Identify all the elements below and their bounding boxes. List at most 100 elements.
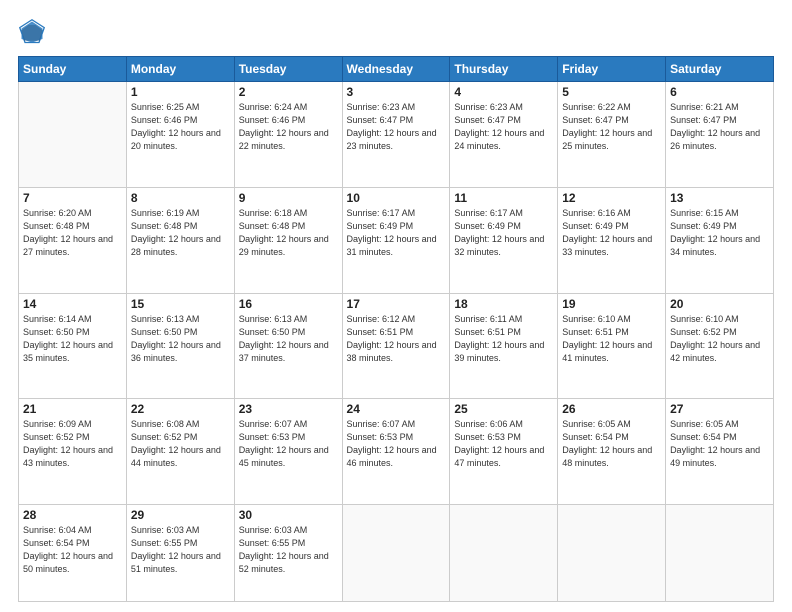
- weekday-header: Friday: [558, 57, 666, 82]
- calendar-cell: 11 Sunrise: 6:17 AMSunset: 6:49 PMDayligh…: [450, 187, 558, 293]
- day-info: Sunrise: 6:20 AMSunset: 6:48 PMDaylight:…: [23, 207, 122, 259]
- calendar-cell: 26 Sunrise: 6:05 AMSunset: 6:54 PMDayligh…: [558, 399, 666, 505]
- day-info: Sunrise: 6:10 AMSunset: 6:52 PMDaylight:…: [670, 313, 769, 365]
- day-number: 30: [239, 508, 338, 522]
- day-number: 5: [562, 85, 661, 99]
- day-info: Sunrise: 6:07 AMSunset: 6:53 PMDaylight:…: [239, 418, 338, 470]
- day-info: Sunrise: 6:24 AMSunset: 6:46 PMDaylight:…: [239, 101, 338, 153]
- day-number: 7: [23, 191, 122, 205]
- day-info: Sunrise: 6:23 AMSunset: 6:47 PMDaylight:…: [347, 101, 446, 153]
- calendar-cell: 28Sunrise: 6:04 AMSunset: 6:54 PMDayligh…: [19, 505, 127, 602]
- weekday-header: Sunday: [19, 57, 127, 82]
- day-number: 28: [23, 508, 122, 522]
- day-number: 13: [670, 191, 769, 205]
- calendar-cell: 18 Sunrise: 6:11 AMSunset: 6:51 PMDayligh…: [450, 293, 558, 399]
- calendar-cell: 1 Sunrise: 6:25 AMSunset: 6:46 PMDaylight…: [126, 82, 234, 188]
- day-number: 9: [239, 191, 338, 205]
- day-info: Sunrise: 6:17 AMSunset: 6:49 PMDaylight:…: [347, 207, 446, 259]
- weekday-header: Thursday: [450, 57, 558, 82]
- logo-icon: [18, 18, 46, 46]
- calendar-cell: 10 Sunrise: 6:17 AMSunset: 6:49 PMDayligh…: [342, 187, 450, 293]
- day-number: 1: [131, 85, 230, 99]
- day-info: Sunrise: 6:14 AMSunset: 6:50 PMDaylight:…: [23, 313, 122, 365]
- day-number: 22: [131, 402, 230, 416]
- calendar-cell: 29 Sunrise: 6:03 AMSunset: 6:55 PMDayligh…: [126, 505, 234, 602]
- calendar-cell: 21 Sunrise: 6:09 AMSunset: 6:52 PMDayligh…: [19, 399, 127, 505]
- day-number: 4: [454, 85, 553, 99]
- calendar-week-row: 7 Sunrise: 6:20 AMSunset: 6:48 PMDaylight…: [19, 187, 774, 293]
- day-number: 21: [23, 402, 122, 416]
- day-number: 24: [347, 402, 446, 416]
- day-info: Sunrise: 6:22 AMSunset: 6:47 PMDaylight:…: [562, 101, 661, 153]
- calendar-cell: 20 Sunrise: 6:10 AMSunset: 6:52 PMDayligh…: [666, 293, 774, 399]
- day-info: Sunrise: 6:03 AMSunset: 6:55 PMDaylight:…: [131, 524, 230, 576]
- calendar-cell: [342, 505, 450, 602]
- calendar-cell: 23 Sunrise: 6:07 AMSunset: 6:53 PMDayligh…: [234, 399, 342, 505]
- day-info: Sunrise: 6:13 AMSunset: 6:50 PMDaylight:…: [239, 313, 338, 365]
- day-number: 6: [670, 85, 769, 99]
- day-info: Sunrise: 6:03 AMSunset: 6:55 PMDaylight:…: [239, 524, 338, 576]
- day-info: Sunrise: 6:13 AMSunset: 6:50 PMDaylight:…: [131, 313, 230, 365]
- calendar-cell: 3 Sunrise: 6:23 AMSunset: 6:47 PMDaylight…: [342, 82, 450, 188]
- day-number: 11: [454, 191, 553, 205]
- day-number: 14: [23, 297, 122, 311]
- day-info: Sunrise: 6:10 AMSunset: 6:51 PMDaylight:…: [562, 313, 661, 365]
- day-info: Sunrise: 6:23 AMSunset: 6:47 PMDaylight:…: [454, 101, 553, 153]
- day-info: Sunrise: 6:08 AMSunset: 6:52 PMDaylight:…: [131, 418, 230, 470]
- calendar-table: SundayMondayTuesdayWednesdayThursdayFrid…: [18, 56, 774, 602]
- day-info: Sunrise: 6:25 AMSunset: 6:46 PMDaylight:…: [131, 101, 230, 153]
- day-info: Sunrise: 6:05 AMSunset: 6:54 PMDaylight:…: [562, 418, 661, 470]
- calendar-cell: 25 Sunrise: 6:06 AMSunset: 6:53 PMDayligh…: [450, 399, 558, 505]
- calendar-cell: 6Sunrise: 6:21 AMSunset: 6:47 PMDaylight…: [666, 82, 774, 188]
- calendar-cell: [19, 82, 127, 188]
- day-number: 19: [562, 297, 661, 311]
- calendar-week-row: 14 Sunrise: 6:14 AMSunset: 6:50 PMDayligh…: [19, 293, 774, 399]
- calendar-cell: 13 Sunrise: 6:15 AMSunset: 6:49 PMDayligh…: [666, 187, 774, 293]
- day-info: Sunrise: 6:06 AMSunset: 6:53 PMDaylight:…: [454, 418, 553, 470]
- day-number: 27: [670, 402, 769, 416]
- day-info: Sunrise: 6:15 AMSunset: 6:49 PMDaylight:…: [670, 207, 769, 259]
- day-number: 20: [670, 297, 769, 311]
- calendar-cell: 17 Sunrise: 6:12 AMSunset: 6:51 PMDayligh…: [342, 293, 450, 399]
- calendar-cell: [558, 505, 666, 602]
- day-number: 8: [131, 191, 230, 205]
- calendar-cell: 19 Sunrise: 6:10 AMSunset: 6:51 PMDayligh…: [558, 293, 666, 399]
- calendar-cell: 7 Sunrise: 6:20 AMSunset: 6:48 PMDaylight…: [19, 187, 127, 293]
- day-number: 26: [562, 402, 661, 416]
- day-number: 29: [131, 508, 230, 522]
- day-info: Sunrise: 6:11 AMSunset: 6:51 PMDaylight:…: [454, 313, 553, 365]
- weekday-header-row: SundayMondayTuesdayWednesdayThursdayFrid…: [19, 57, 774, 82]
- day-info: Sunrise: 6:07 AMSunset: 6:53 PMDaylight:…: [347, 418, 446, 470]
- day-info: Sunrise: 6:09 AMSunset: 6:52 PMDaylight:…: [23, 418, 122, 470]
- day-number: 12: [562, 191, 661, 205]
- calendar-cell: 16Sunrise: 6:13 AMSunset: 6:50 PMDayligh…: [234, 293, 342, 399]
- calendar-cell: 5 Sunrise: 6:22 AMSunset: 6:47 PMDaylight…: [558, 82, 666, 188]
- day-number: 3: [347, 85, 446, 99]
- calendar-cell: 9 Sunrise: 6:18 AMSunset: 6:48 PMDaylight…: [234, 187, 342, 293]
- calendar-cell: 22 Sunrise: 6:08 AMSunset: 6:52 PMDayligh…: [126, 399, 234, 505]
- calendar-cell: 15Sunrise: 6:13 AMSunset: 6:50 PMDayligh…: [126, 293, 234, 399]
- calendar-cell: 12 Sunrise: 6:16 AMSunset: 6:49 PMDayligh…: [558, 187, 666, 293]
- logo: [18, 18, 50, 46]
- weekday-header: Saturday: [666, 57, 774, 82]
- day-info: Sunrise: 6:12 AMSunset: 6:51 PMDaylight:…: [347, 313, 446, 365]
- calendar-cell: 2 Sunrise: 6:24 AMSunset: 6:46 PMDaylight…: [234, 82, 342, 188]
- day-info: Sunrise: 6:18 AMSunset: 6:48 PMDaylight:…: [239, 207, 338, 259]
- day-number: 18: [454, 297, 553, 311]
- day-info: Sunrise: 6:17 AMSunset: 6:49 PMDaylight:…: [454, 207, 553, 259]
- day-number: 17: [347, 297, 446, 311]
- day-number: 10: [347, 191, 446, 205]
- calendar-week-row: 1 Sunrise: 6:25 AMSunset: 6:46 PMDaylight…: [19, 82, 774, 188]
- calendar-cell: 30 Sunrise: 6:03 AMSunset: 6:55 PMDayligh…: [234, 505, 342, 602]
- day-number: 23: [239, 402, 338, 416]
- day-info: Sunrise: 6:05 AMSunset: 6:54 PMDaylight:…: [670, 418, 769, 470]
- calendar-week-row: 21 Sunrise: 6:09 AMSunset: 6:52 PMDayligh…: [19, 399, 774, 505]
- page: SundayMondayTuesdayWednesdayThursdayFrid…: [0, 0, 792, 612]
- weekday-header: Wednesday: [342, 57, 450, 82]
- calendar-cell: 24 Sunrise: 6:07 AMSunset: 6:53 PMDayligh…: [342, 399, 450, 505]
- weekday-header: Tuesday: [234, 57, 342, 82]
- day-info: Sunrise: 6:16 AMSunset: 6:49 PMDaylight:…: [562, 207, 661, 259]
- day-number: 25: [454, 402, 553, 416]
- calendar-cell: 8Sunrise: 6:19 AMSunset: 6:48 PMDaylight…: [126, 187, 234, 293]
- day-number: 2: [239, 85, 338, 99]
